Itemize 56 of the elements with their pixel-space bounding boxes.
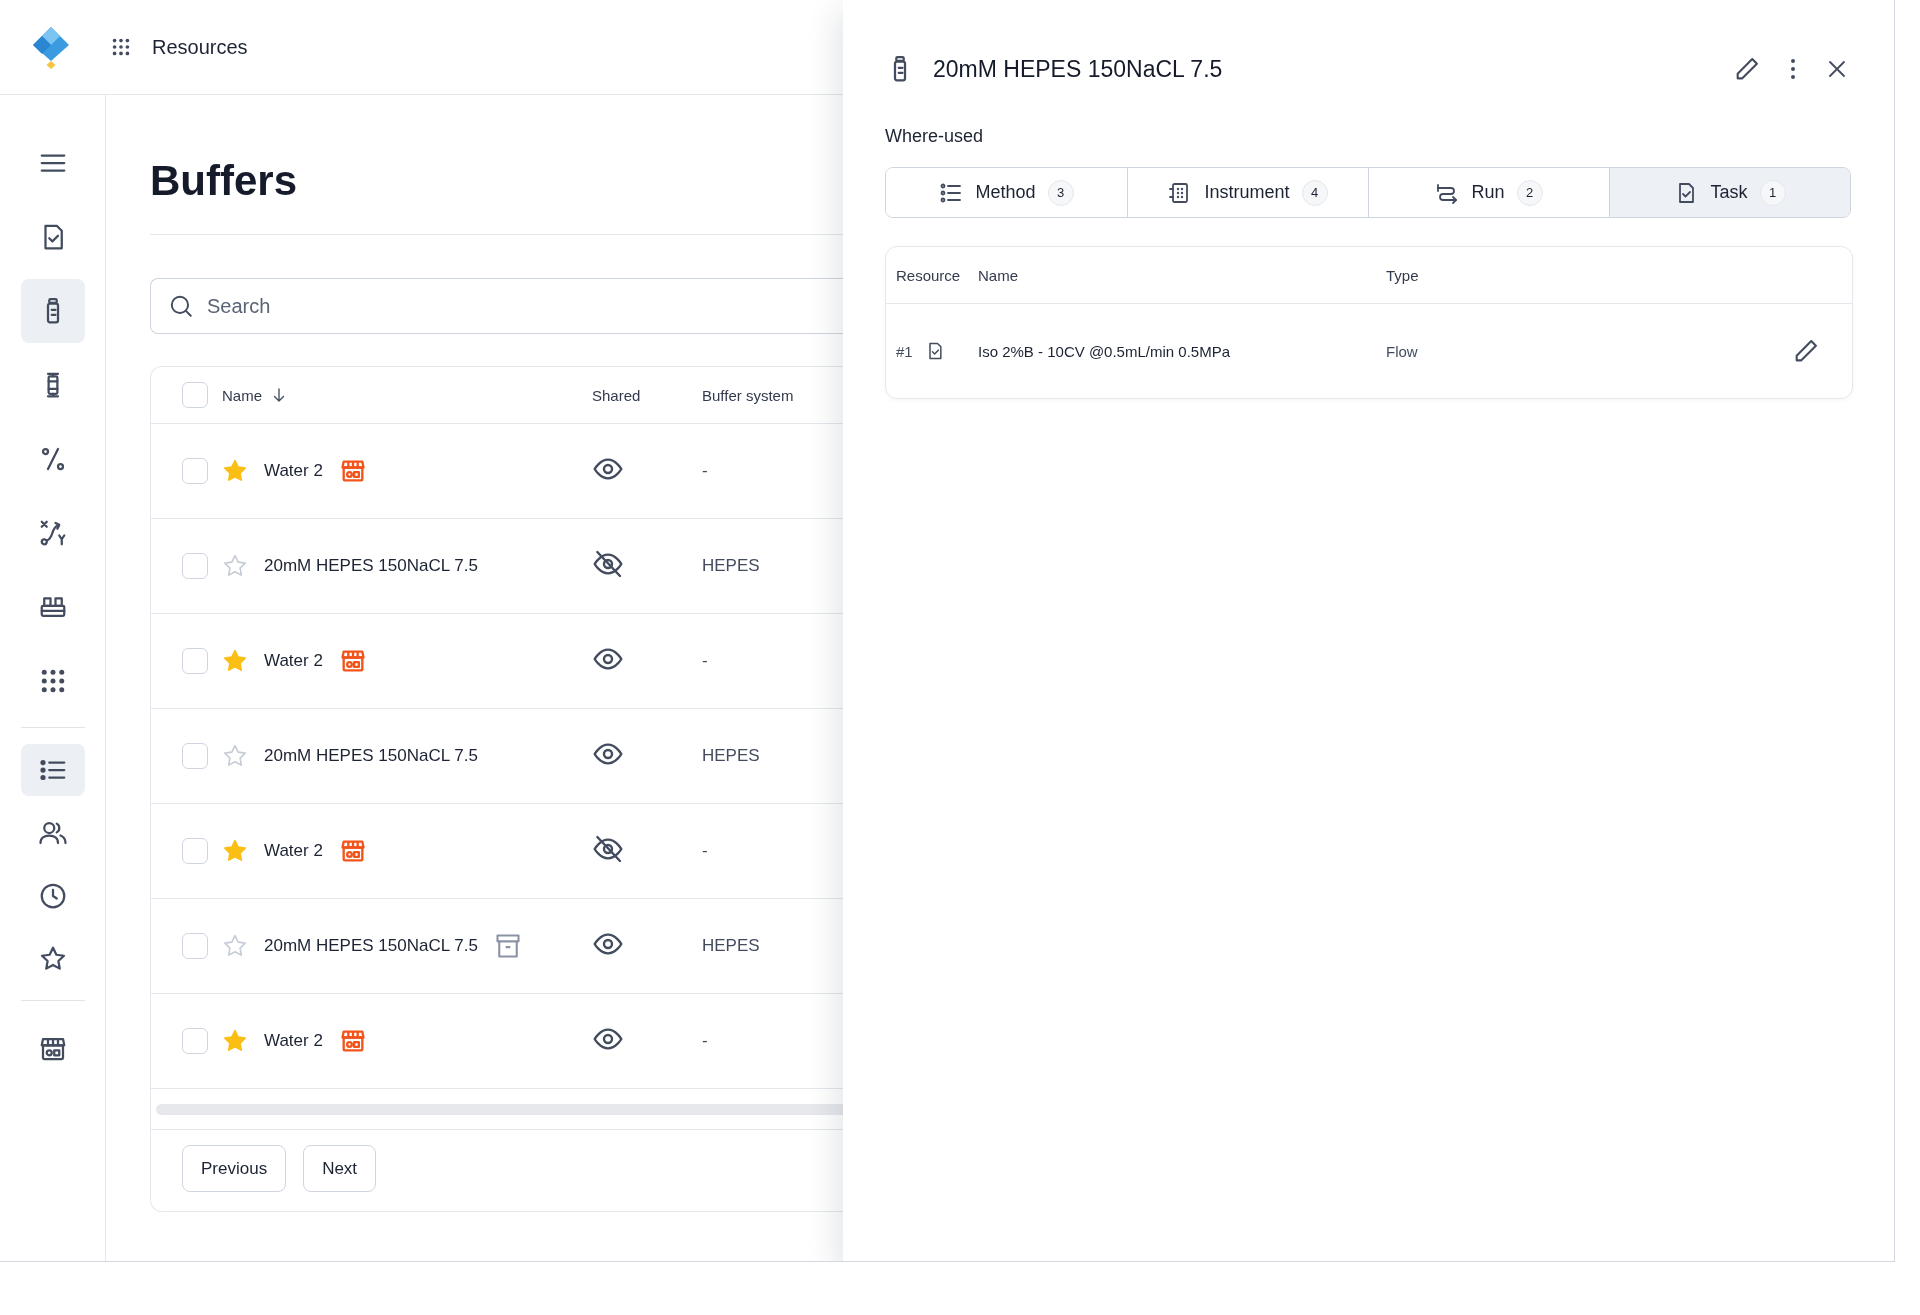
row-checkbox[interactable] [182,838,208,864]
buffer-name: 20mM HEPES 150NaCL 7.5 [264,746,478,766]
column-header: Resource [896,266,962,284]
resource-number: #1 [896,342,913,360]
tab[interactable]: Task 1 [1609,168,1850,217]
sidebar-item[interactable] [20,279,85,343]
column-header[interactable]: Buffer system [702,386,794,404]
column-header: Type [1386,266,1420,284]
page-title: Buffers [150,156,298,206]
column-header[interactable]: Shared [592,386,641,404]
buffer-name: Water 2 [264,841,323,861]
row-checkbox[interactable] [182,648,208,674]
star-icon[interactable] [222,743,248,769]
apps-icon[interactable] [110,36,132,58]
buffer-system: - [702,841,709,861]
buffer-system: HEPES [702,936,761,956]
buffer-name: 20mM HEPES 150NaCL 7.5 [264,556,478,576]
star-icon[interactable] [222,933,248,959]
count-badge: 4 [1301,179,1328,206]
buffer-system: - [702,1031,709,1051]
star-icon[interactable] [222,648,248,674]
buffer-name: Water 2 [264,461,323,481]
panel-title: 20mM HEPES 150NaCL 7.5 [933,55,1224,83]
app-title: Resources [152,35,248,59]
scrollbar[interactable] [156,1103,844,1115]
row-checkbox[interactable] [182,933,208,959]
sidebar-item[interactable] [20,744,85,796]
search-field[interactable]: Search [150,278,844,334]
count-badge: 2 [1516,179,1543,206]
star-icon[interactable] [222,1028,248,1054]
star-icon[interactable] [222,458,248,484]
column-header: Name [978,266,1019,284]
buffer-name: Water 2 [264,651,323,671]
buffer-system: HEPES [702,746,761,766]
pagination-button[interactable]: Next [303,1145,377,1192]
resource-name: Iso 2%B - 10CV @0.5mL/min 0.5MPa [978,342,1231,360]
count-badge: 1 [1759,179,1786,206]
row-checkbox[interactable] [182,458,208,484]
star-icon[interactable] [222,553,248,579]
section-label: Where-used [885,126,985,148]
select-all-checkbox[interactable] [182,382,208,408]
column-header[interactable]: Name [222,386,262,404]
row-checkbox[interactable] [182,553,208,579]
star-icon[interactable] [222,838,248,864]
buffer-system: HEPES [702,556,761,576]
count-badge: 3 [1047,179,1074,206]
buffer-system: - [702,461,709,481]
more-icon[interactable] [1789,57,1797,81]
resource-type: Flow [1386,342,1419,360]
buffer-name: Water 2 [264,1031,323,1051]
row-checkbox[interactable] [182,743,208,769]
buffer-name: 20mM HEPES 150NaCL 7.5 [264,936,478,956]
pagination-button[interactable]: Previous [182,1145,287,1192]
buffer-system: - [702,651,709,671]
search-icon [168,293,194,319]
row-checkbox[interactable] [182,1028,208,1054]
